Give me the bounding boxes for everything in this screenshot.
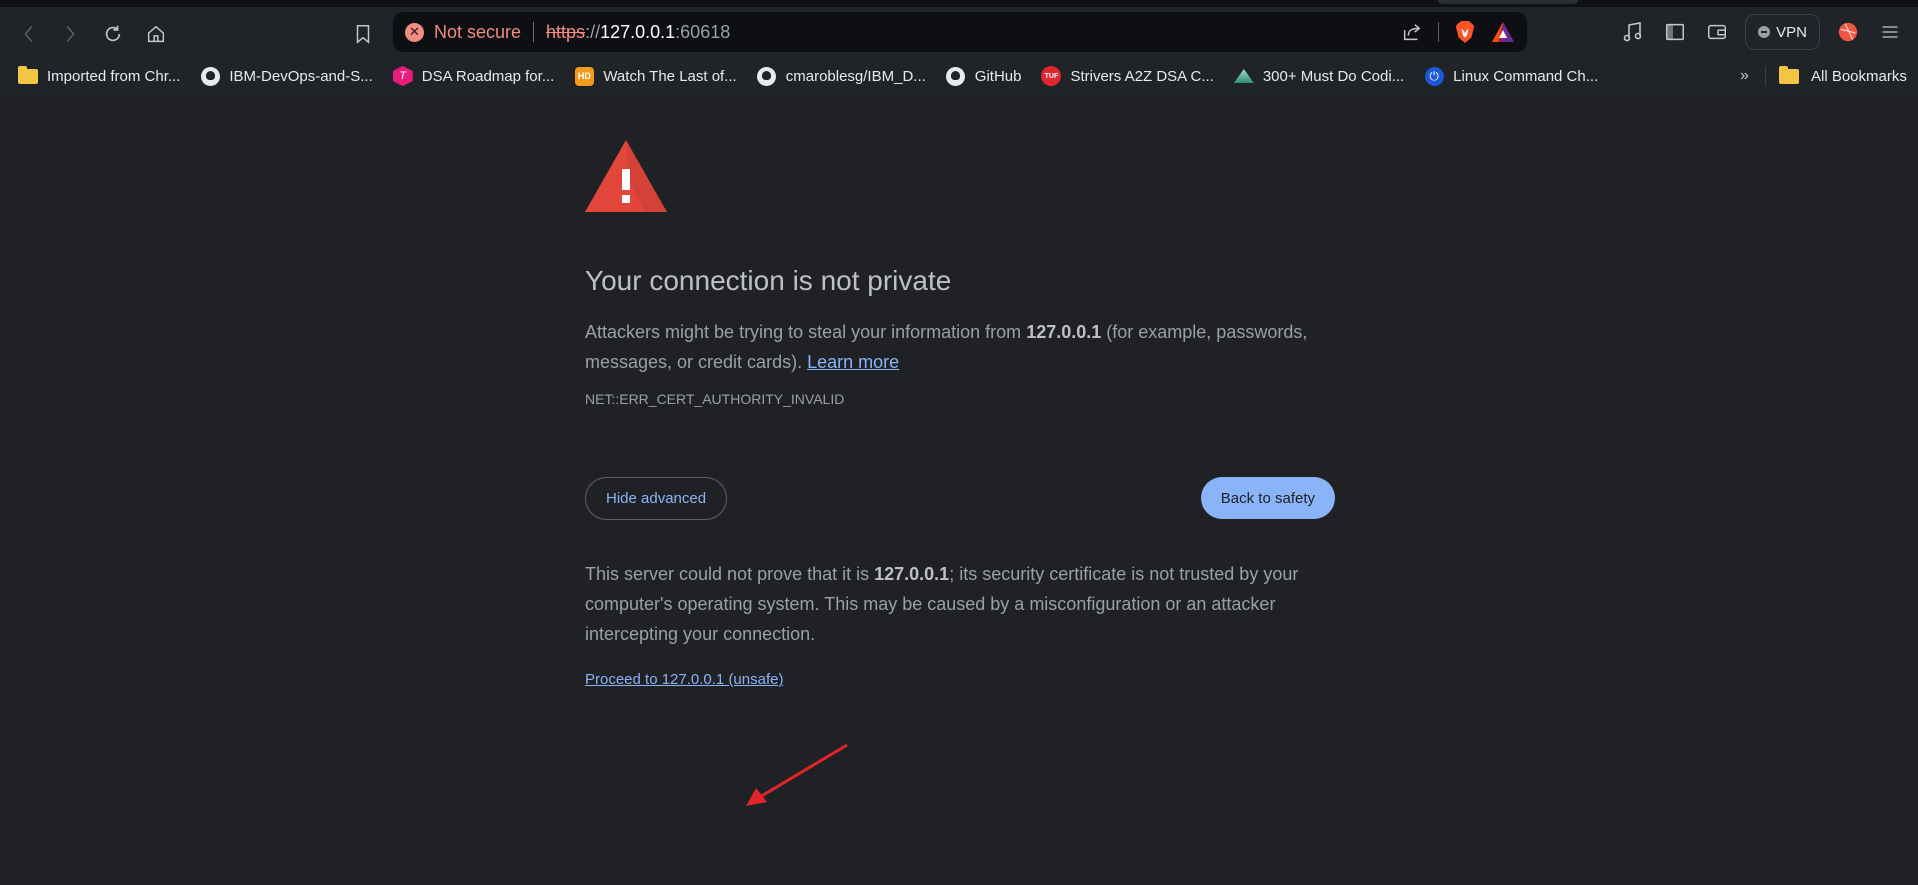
omnibox-right-divider	[1438, 22, 1439, 42]
folder-icon	[18, 65, 38, 86]
all-bookmarks-button[interactable]: All Bookmarks	[1779, 55, 1907, 97]
page-heading: Your connection is not private	[585, 265, 952, 296]
dsa-logo-icon: T	[392, 66, 413, 86]
url-host: 127.0.0.1	[600, 21, 676, 42]
bat-triangle-icon	[1492, 22, 1514, 42]
address-bar[interactable]: ✕ Not secure https://127.0.0.1:60618	[393, 12, 1527, 52]
main-message-text: Attackers might be trying to steal your …	[585, 322, 1027, 342]
tuf-logo-icon: TUF	[1041, 66, 1062, 86]
bookmark-watch-last-of[interactable]: HD Watch The Last of...	[574, 66, 737, 86]
wallet-button[interactable]	[1703, 18, 1731, 46]
details-host: 127.0.0.1	[874, 564, 950, 584]
vpn-button[interactable]: VPN	[1745, 14, 1820, 50]
proceed-unsafe-link[interactable]: Proceed to 127.0.0.1 (unsafe)	[585, 671, 783, 688]
url-separator: ://	[585, 21, 601, 42]
url-scheme: https	[546, 21, 586, 42]
github-icon	[757, 66, 777, 86]
not-secure-icon[interactable]: ✕	[405, 22, 424, 42]
bookmark-label: DSA Roadmap for...	[421, 67, 555, 85]
bookmark-label: Watch The Last of...	[603, 67, 737, 85]
bookmark-label: IBM-DevOps-and-S...	[229, 67, 373, 85]
main-menu-button[interactable]	[1876, 18, 1904, 46]
bookmarks-overflow-button[interactable]: »	[1740, 55, 1749, 97]
forward-button[interactable]	[55, 19, 85, 49]
learn-more-link[interactable]: Learn more	[807, 352, 899, 372]
browser-toolbar: ✕ Not secure https://127.0.0.1:60618 V…	[0, 7, 1918, 55]
bookmark-label: cmaroblesg/IBM_D...	[785, 67, 926, 85]
chevron-right-icon	[66, 26, 75, 42]
github-icon	[946, 66, 966, 86]
reload-button[interactable]	[98, 19, 128, 49]
profile-avatar-icon	[1838, 22, 1858, 42]
share-button[interactable]	[1400, 20, 1424, 44]
vpn-label: VPN	[1776, 23, 1807, 41]
url-port: :60618	[675, 21, 731, 42]
main-message: Attackers might be trying to steal your …	[585, 317, 1335, 377]
folder-icon	[1779, 65, 1799, 86]
bookmarks-bar: Imported from Chr... IBM-DevOps-and-S...…	[0, 55, 1918, 97]
bookmark-github[interactable]: GitHub	[946, 66, 1022, 86]
linux-logo-icon: ⏻	[1424, 66, 1444, 86]
vpn-status-icon	[1758, 26, 1771, 38]
media-button[interactable]	[1619, 18, 1647, 46]
tab-strip-hint	[1438, 0, 1578, 4]
back-button[interactable]	[14, 19, 44, 49]
hamburger-menu-icon	[1882, 26, 1898, 38]
bookmark-label: GitHub	[974, 67, 1022, 85]
bookmark-imported-folder[interactable]: Imported from Chr...	[18, 65, 181, 86]
home-icon	[147, 25, 165, 43]
all-bookmarks-label: All Bookmarks	[1811, 67, 1907, 85]
hide-advanced-button[interactable]: Hide advanced	[585, 477, 728, 520]
github-icon	[200, 66, 220, 86]
bookmark-300-must-do[interactable]: 300+ Must Do Codi...	[1233, 66, 1405, 86]
error-code: NET::ERR_CERT_AUTHORITY_INVALID	[585, 391, 845, 407]
bookmark-dsa-roadmap[interactable]: T DSA Roadmap for...	[392, 66, 555, 86]
bookmark-page-button[interactable]	[348, 19, 378, 49]
bookmark-linux-command[interactable]: ⏻ Linux Command Ch...	[1424, 66, 1598, 86]
share-icon	[1403, 24, 1421, 41]
bookmark-cmaroblesg[interactable]: cmaroblesg/IBM_D...	[757, 66, 926, 86]
brave-lion-icon	[1455, 21, 1475, 43]
bookmark-ibm-devops[interactable]: IBM-DevOps-and-S...	[200, 66, 373, 86]
bookmark-label: Imported from Chr...	[47, 67, 181, 85]
main-message-host: 127.0.0.1	[1026, 322, 1102, 342]
music-note-icon	[1623, 22, 1642, 42]
warning-triangle-icon	[585, 140, 667, 212]
mountain-logo-icon	[1233, 66, 1254, 86]
bookmark-strivers-a2z[interactable]: TUF Strivers A2Z DSA C...	[1041, 66, 1214, 86]
bookmark-label: Linux Command Ch...	[1453, 67, 1599, 85]
window-top-strip	[0, 0, 1918, 7]
bookmark-label: 300+ Must Do Codi...	[1262, 67, 1405, 85]
omnibox-divider	[533, 22, 535, 42]
button-row: Hide advanced Back to safety	[585, 477, 1335, 521]
back-to-safety-button[interactable]: Back to safety	[1200, 477, 1335, 519]
profile-button[interactable]	[1834, 18, 1862, 46]
hd-logo-icon: HD	[574, 66, 594, 86]
brave-shields-button[interactable]	[1453, 20, 1477, 44]
sidebar-icon	[1666, 23, 1685, 41]
wallet-icon	[1708, 24, 1727, 40]
details-message: This server could not prove that it is 1…	[585, 559, 1335, 649]
chevron-left-icon	[24, 26, 33, 42]
bookmarks-divider	[1765, 66, 1766, 86]
reload-icon	[105, 25, 121, 42]
details-text: This server could not prove that it is	[585, 564, 875, 584]
brave-rewards-button[interactable]	[1491, 20, 1515, 44]
sidebar-toggle-button[interactable]	[1661, 18, 1689, 46]
bookmark-icon	[356, 25, 370, 44]
home-button[interactable]	[141, 19, 171, 49]
security-status-label[interactable]: Not secure	[434, 22, 521, 43]
privacy-error-interstitial: Your connection is not private Attackers…	[585, 140, 1335, 689]
bookmark-label: Strivers A2Z DSA C...	[1070, 67, 1214, 85]
